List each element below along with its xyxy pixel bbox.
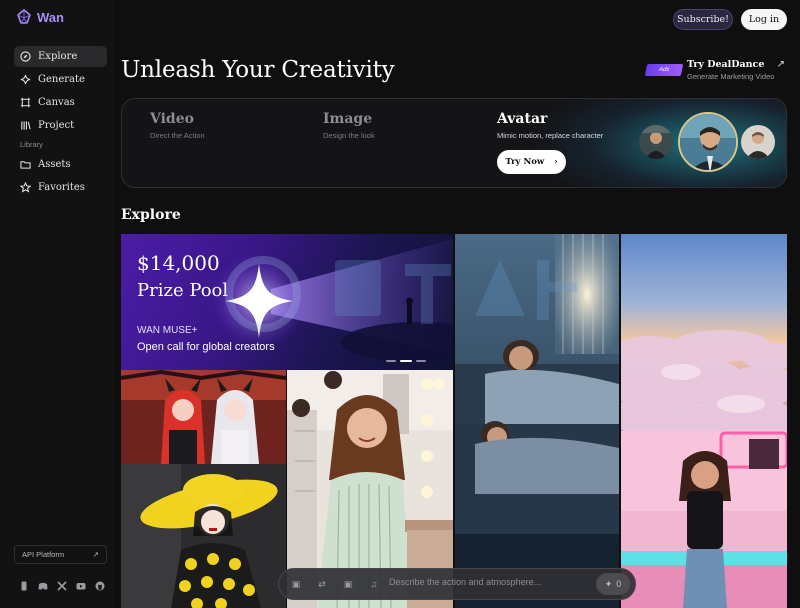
carousel-dot[interactable] <box>400 360 412 362</box>
sparkle-small-icon: ✦ <box>604 578 613 589</box>
image-upload-icon[interactable]: ▣ <box>287 575 305 593</box>
sidebar-item-label: Project <box>38 120 75 131</box>
library-section-label: Library <box>20 140 43 149</box>
logo-text: Wan <box>37 9 64 25</box>
wan-logo-icon <box>17 9 31 24</box>
carousel-dot[interactable] <box>416 360 426 362</box>
youtube-icon[interactable] <box>76 578 86 590</box>
gallery-tile-bedroom[interactable] <box>455 234 619 608</box>
sidebar-item-project[interactable]: Project <box>14 115 107 136</box>
campaign-description: Open call for global creators <box>137 341 275 353</box>
sidebar-item-assets[interactable]: Assets <box>14 154 107 175</box>
page-title: Unleash Your Creativity <box>121 57 395 83</box>
try-now-label: Try Now <box>505 157 545 167</box>
promo-ad[interactable]: Ads Try DealDance Generate Marketing Vid… <box>644 58 788 84</box>
logo[interactable]: Wan <box>16 9 64 25</box>
prize-amount: $14,000 <box>137 251 220 275</box>
carousel-dots <box>386 360 426 362</box>
bedroom-image <box>455 234 619 608</box>
sidebar-item-label: Assets <box>38 159 71 170</box>
ads-badge: Ads <box>644 64 684 76</box>
mode-title: Video <box>150 111 194 127</box>
mode-image[interactable]: Image Design the look <box>323 111 375 140</box>
mode-subtitle: Mimic motion, replace character <box>497 131 604 140</box>
mode-subtitle: Design the look <box>323 131 375 140</box>
mode-title: Avatar <box>497 111 548 127</box>
sidebar-item-generate[interactable]: Generate <box>14 69 107 90</box>
credit-count: 0 <box>616 579 622 589</box>
carousel-dot[interactable] <box>386 360 396 362</box>
promo-subtitle: Generate Marketing Video <box>687 72 775 81</box>
external-arrow-icon: ↗ <box>776 59 785 70</box>
prize-banner[interactable]: $14,000 Prize Pool WAN MUSE+ Open call f… <box>121 234 453 370</box>
sidebar-nav: Explore Generate Canvas Project Library … <box>14 46 107 200</box>
prompt-input[interactable] <box>389 577 589 587</box>
avatar-thumbnail-left[interactable] <box>639 125 673 159</box>
gallery-tile-neon-room[interactable] <box>621 431 787 608</box>
explore-heading: Explore <box>121 207 181 223</box>
creation-modes-card: Video Direct the Action Image Design the… <box>121 98 787 188</box>
clouds-image <box>621 234 787 431</box>
sparkle-icon <box>20 74 31 85</box>
sidebar-item-favorites[interactable]: Favorites <box>14 177 107 198</box>
subscribe-button[interactable]: Subscribe! <box>673 9 733 30</box>
gallery-tile-yellow-hat[interactable] <box>121 464 286 608</box>
project-icon <box>21 121 31 130</box>
star-icon <box>20 182 31 193</box>
compass-icon <box>20 51 31 62</box>
external-link-icon: ↗ <box>92 550 99 559</box>
sidebar-item-canvas[interactable]: Canvas <box>14 92 107 113</box>
github-icon[interactable] <box>95 578 105 591</box>
campaign-brand: WAN MUSE+ <box>137 325 198 336</box>
folder-icon <box>20 161 31 169</box>
api-platform-label: API Platform <box>22 550 65 559</box>
api-platform-button[interactable]: API Platform ↗ <box>14 545 107 564</box>
anime-duo-image <box>121 370 286 464</box>
sidebar-item-label: Canvas <box>38 97 75 108</box>
chevron-right-icon: › <box>554 157 558 167</box>
yellow-hat-image <box>121 464 286 608</box>
neon-room-image <box>621 431 787 608</box>
login-button[interactable]: Log in <box>741 9 787 30</box>
avatar-thumbnail-selected[interactable] <box>678 112 738 172</box>
try-now-button[interactable]: Try Now › <box>497 150 566 174</box>
mode-avatar[interactable]: Avatar Mimic motion, replace character <box>497 111 603 140</box>
promo-title: Try DealDance <box>687 59 765 70</box>
audio-icon[interactable]: ♫ <box>365 575 383 593</box>
sidebar-item-label: Explore <box>38 51 78 62</box>
sidebar-item-label: Favorites <box>38 182 85 193</box>
prize-pool-label: Prize Pool <box>137 280 229 301</box>
gallery-tile-anime-duo[interactable] <box>121 370 286 464</box>
mobile-icon[interactable] <box>19 578 29 591</box>
x-icon[interactable] <box>57 578 67 591</box>
discord-icon[interactable] <box>38 578 48 590</box>
avatar-thumbnail-right[interactable] <box>741 125 775 159</box>
generate-button[interactable]: ✦ 0 <box>596 573 630 595</box>
gallery-tile-clouds[interactable] <box>621 234 787 431</box>
sidebar-item-explore[interactable]: Explore <box>14 46 107 67</box>
swap-icon[interactable]: ⇄ <box>313 575 331 593</box>
mode-subtitle: Direct the Action <box>150 131 205 140</box>
canvas-icon <box>20 97 31 108</box>
sidebar-item-label: Generate <box>38 74 85 85</box>
mode-title: Image <box>323 111 373 127</box>
prompt-bar: ▣ ⇄ ▣ ♫ ✦ 0 <box>278 568 636 600</box>
image-upload-icon-2[interactable]: ▣ <box>339 575 357 593</box>
social-links <box>19 578 105 591</box>
sidebar: Wan Explore Generate Canvas Project Libr… <box>0 0 114 608</box>
mode-video[interactable]: Video Direct the Action <box>150 111 205 140</box>
